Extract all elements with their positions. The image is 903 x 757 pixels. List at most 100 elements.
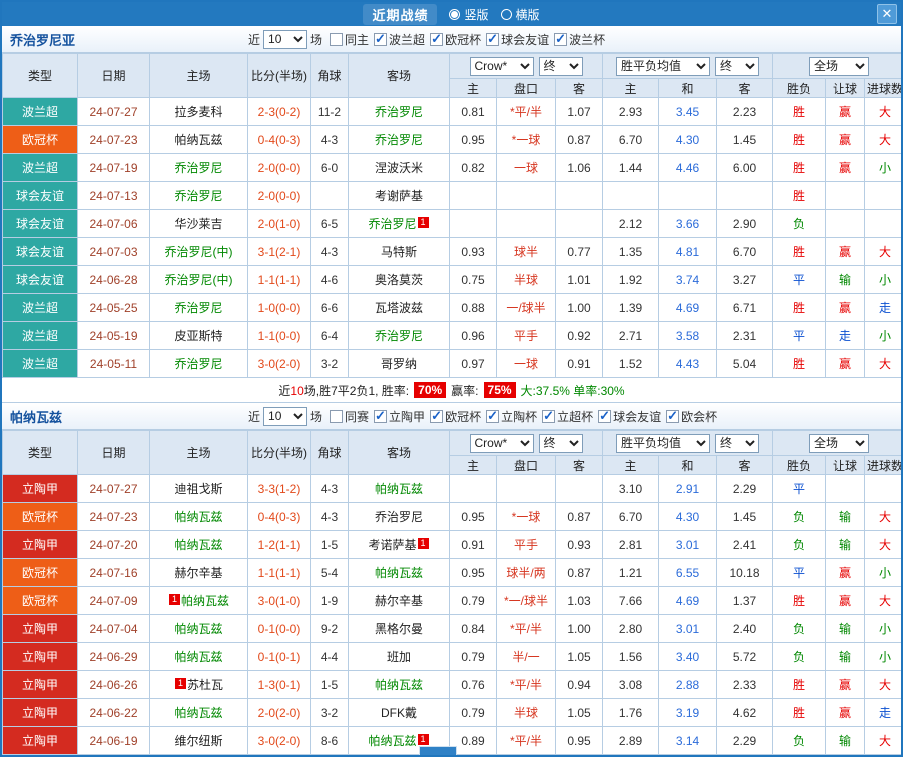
match-count-select[interactable]: 10 <box>263 406 308 426</box>
handicap <box>496 209 556 238</box>
cutoff-dropdown[interactable] <box>419 746 457 755</box>
col-score: 比分(半场) <box>247 53 311 98</box>
match-score: 1-3(0-1) <box>247 670 311 699</box>
filter-checkbox[interactable]: 欧冠杯 <box>430 408 481 425</box>
match-row: 欧冠杯 24-07-09 1 帕纳瓦兹 3-0(1-0) 1-9 赫尔辛基 0.79 *一/球半… <box>2 586 901 615</box>
checkbox-input[interactable] <box>666 408 680 424</box>
note-mark[interactable]: 1 <box>174 678 186 689</box>
home-team: 赫尔辛基 <box>149 558 248 587</box>
filter-checkbox[interactable]: 同主 <box>330 31 369 48</box>
avg-time-select[interactable]: 终 <box>715 56 759 76</box>
checkbox-input[interactable] <box>554 31 568 47</box>
col-odds-away: 客 <box>555 78 603 98</box>
filter-checkbox[interactable]: 球会友谊 <box>598 408 661 425</box>
fulltime-select[interactable]: 全场 <box>809 433 869 453</box>
filter-checkbox[interactable]: 球会友谊 <box>486 31 549 48</box>
checkbox-label: 欧冠杯 <box>445 409 482 424</box>
goals-result: 大 <box>863 670 901 699</box>
checkbox-input[interactable] <box>330 32 344 46</box>
bookmaker-select[interactable]: Crow* <box>469 56 534 76</box>
col-score: 比分(半场) <box>247 430 311 475</box>
checkbox-input[interactable] <box>374 408 388 424</box>
checkbox-input[interactable] <box>374 31 388 47</box>
avg-odds-select[interactable]: 胜平负均值 <box>616 56 710 76</box>
odds-time-select[interactable]: 终 <box>538 433 583 453</box>
checkbox-input[interactable] <box>430 31 444 47</box>
avg-away-odds: 2.23 <box>716 97 773 126</box>
note-mark[interactable]: 1 <box>417 538 429 549</box>
odds-time-select[interactable]: 终 <box>538 56 583 76</box>
avg-away-odds: 4.62 <box>716 698 773 727</box>
matches-table: 类型 日期 主场 比分(半场) 角球 客场 Crow* 终 胜平负均值 终 全场… <box>2 430 901 755</box>
avg-away-odds: 1.37 <box>716 586 773 615</box>
team-filter-bar: 乔治罗尼亚 近 10 场 同主 波兰超 欧冠杯 球会友谊 波兰杯 <box>2 26 901 53</box>
bookmaker-select[interactable]: Crow* <box>469 433 534 453</box>
crown-home-odds: 0.79 <box>449 586 497 615</box>
avg-odds-select[interactable]: 胜平负均值 <box>616 433 710 453</box>
checkbox-input[interactable] <box>542 408 556 424</box>
goals-result: 大 <box>863 586 901 615</box>
filter-checkbox[interactable]: 欧冠杯 <box>430 31 481 48</box>
away-team: 黑格尔曼 <box>348 614 450 643</box>
filter-checkbox[interactable]: 欧会杯 <box>666 408 717 425</box>
filter-checkbox[interactable]: 立陶杯 <box>486 408 537 425</box>
match-score: 2-0(0-0) <box>247 153 311 182</box>
fulltime-select[interactable]: 全场 <box>809 56 869 76</box>
away-team: 乔治罗尼 <box>348 125 450 154</box>
result: 平 <box>772 474 826 503</box>
result: 胜 <box>772 670 826 699</box>
result: 负 <box>772 726 826 755</box>
checkbox-input[interactable] <box>598 408 612 424</box>
checkbox-input[interactable] <box>486 408 500 424</box>
crown-away-odds: 1.01 <box>555 265 603 294</box>
team-label: 帕纳瓦兹 <box>374 566 423 580</box>
away-team: 考谢萨基 <box>348 181 450 210</box>
vertical-radio-input[interactable] <box>449 8 461 20</box>
crown-home-odds <box>449 181 497 210</box>
filter-checkbox[interactable]: 同赛 <box>330 408 369 425</box>
crown-home-odds: 0.79 <box>449 698 497 727</box>
crown-away-odds: 0.77 <box>555 237 603 266</box>
home-team: 乔治罗尼 <box>149 153 248 182</box>
col-result: 胜负 <box>772 455 826 475</box>
handicap: *一/球半 <box>496 586 556 615</box>
horizontal-radio-input[interactable] <box>500 8 512 20</box>
away-team: 奥洛莫茨 <box>348 265 450 294</box>
checkbox-input[interactable] <box>330 409 344 423</box>
avg-draw-odds: 4.30 <box>658 502 717 531</box>
col-avg-away: 客 <box>716 78 773 98</box>
crown-home-odds: 0.79 <box>449 642 497 671</box>
league-badge: 欧冠杯 <box>2 502 78 531</box>
note-mark[interactable]: 1 <box>417 734 429 745</box>
filter-checkbox[interactable]: 波兰超 <box>374 31 425 48</box>
checkbox-input[interactable] <box>486 31 500 47</box>
avg-draw-odds: 3.01 <box>658 530 717 559</box>
avg-draw-odds: 2.88 <box>658 670 717 699</box>
match-row: 球会友谊 24-07-13 乔治罗尼 2-0(0-0) 考谢萨基 胜 <box>2 181 901 210</box>
filter-checkbox[interactable]: 立陶甲 <box>374 408 425 425</box>
handicap-result: 赢 <box>825 349 865 378</box>
avg-draw-odds: 2.91 <box>658 474 717 503</box>
avg-home-odds <box>602 181 659 210</box>
note-mark[interactable]: 1 <box>168 594 180 605</box>
handicap <box>496 181 556 210</box>
avg-time-select[interactable]: 终 <box>715 433 759 453</box>
crown-away-odds: 1.00 <box>555 293 603 322</box>
handicap-result: 赢 <box>825 670 865 699</box>
filter-checkbox[interactable]: 立超杯 <box>542 408 593 425</box>
checkbox-input[interactable] <box>430 408 444 424</box>
layout-radio-vertical[interactable]: 竖版 <box>449 6 489 23</box>
summary-tail: 大:37.5% 单率:30% <box>520 383 625 398</box>
handicap-result <box>825 181 865 210</box>
match-count-select[interactable]: 10 <box>263 29 308 49</box>
col-date: 日期 <box>77 430 150 475</box>
home-team: 乔治罗尼 <box>149 349 248 378</box>
corner-score: 4-3 <box>310 125 349 154</box>
match-date: 24-06-19 <box>77 726 150 755</box>
corner-score: 8-6 <box>310 726 349 755</box>
note-mark[interactable]: 1 <box>417 217 429 228</box>
close-icon[interactable]: ✕ <box>877 4 897 24</box>
layout-radio-horizontal[interactable]: 横版 <box>500 6 540 23</box>
crown-away-odds <box>555 209 603 238</box>
filter-checkbox[interactable]: 波兰杯 <box>554 31 605 48</box>
